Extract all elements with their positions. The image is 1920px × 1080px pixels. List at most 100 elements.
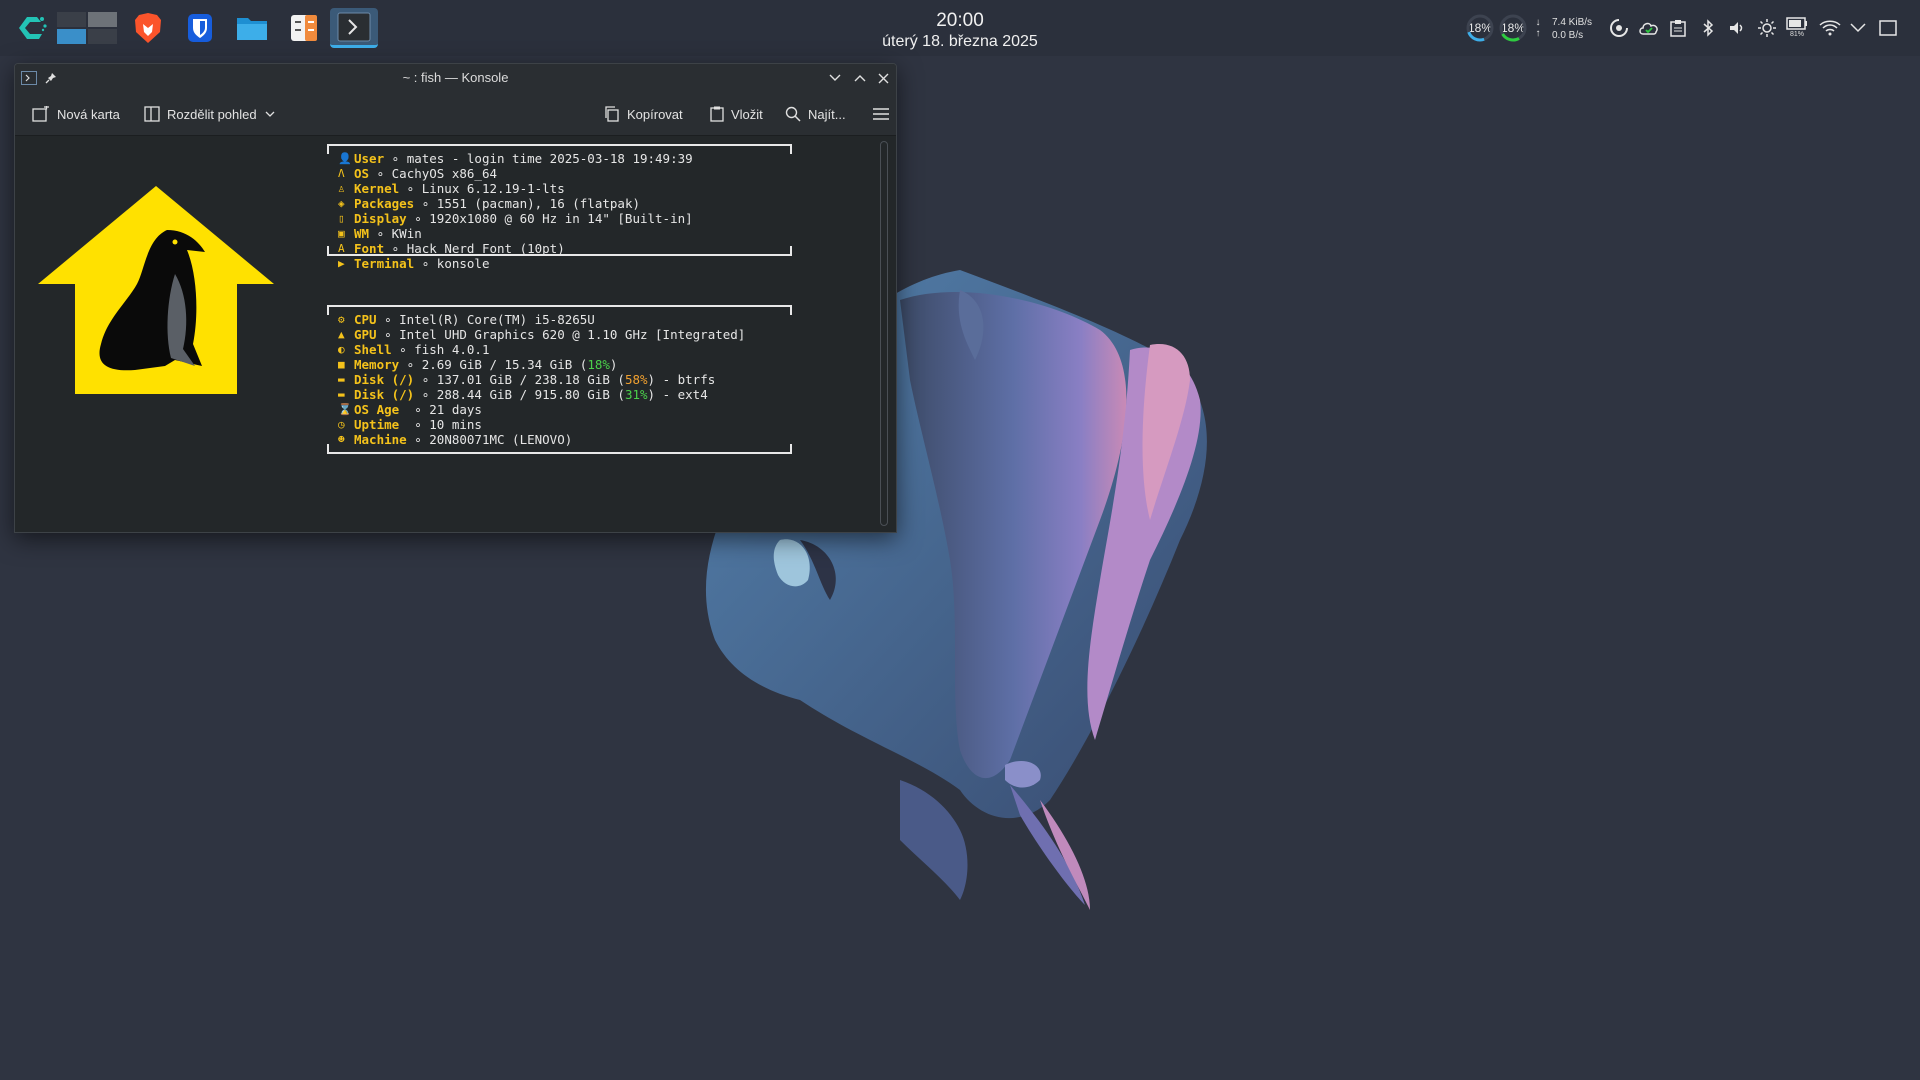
fetch-line-cpu: ⚙ CPU ∘ Intel(R) Core(TM) i5-8265U: [327, 312, 792, 327]
fetch-key: User: [354, 151, 385, 166]
fetch-key: Machine: [354, 432, 407, 447]
wifi-button[interactable]: [1818, 16, 1842, 40]
cachyos-penguin-house-logo: [38, 186, 274, 394]
fetch-line-user: 👤 User ∘ mates - login time 2025-03-18 19…: [327, 151, 792, 166]
upload-arrow-icon: ↑: [1535, 28, 1541, 39]
fetch-value: 2.69 GiB / 15.34 GiB (: [421, 357, 588, 372]
fetch-separator: ∘: [414, 256, 437, 271]
hamburger-menu-button[interactable]: [873, 104, 896, 124]
terminal-small-icon: ▶: [338, 257, 345, 270]
fetch-value: CachyOS x86_64: [391, 166, 497, 181]
file-manager-launcher[interactable]: [232, 8, 272, 48]
arch-icon: Λ: [338, 167, 345, 180]
show-desktop-button[interactable]: [1876, 16, 1900, 40]
fetch-value: 1920x1080 @ 60 Hz in 14" [Built-in]: [429, 211, 693, 226]
konsole-task[interactable]: [330, 8, 378, 48]
app-menu-button[interactable]: [12, 8, 52, 48]
split-view-label: Rozdělit pohled: [167, 106, 257, 122]
bitwarden-launcher[interactable]: [180, 8, 220, 48]
fetch-separator: ∘: [391, 342, 415, 357]
brightness-button[interactable]: [1756, 16, 1778, 40]
fetch-value-suffix: ): [609, 357, 618, 372]
chevron-up-icon: [854, 75, 866, 82]
copy-button[interactable]: Kopírovat: [604, 104, 683, 124]
fetch-line-os: Λ OS ∘ CachyOS x86_64: [327, 166, 792, 181]
fetch-line-kernel: ♙ Kernel ∘ Linux 6.12.19-1-lts: [327, 181, 792, 196]
show-desktop-icon: [1879, 20, 1897, 36]
fetch-key: OS Age: [354, 402, 407, 417]
memory-ring-icon: [1499, 14, 1527, 42]
fetch-key: Kernel: [354, 181, 400, 196]
brave-launcher[interactable]: [128, 8, 168, 48]
power-profile-button[interactable]: [1608, 16, 1630, 40]
new-tab-button[interactable]: Nová karta: [32, 104, 120, 124]
titlebar[interactable]: ~ : fish — Konsole: [15, 64, 896, 92]
cloud-check-icon: [1639, 22, 1658, 35]
memory-monitor[interactable]: 18%: [1496, 14, 1530, 42]
linux-icon: ♙: [338, 182, 345, 195]
fetch-value: 1551 (pacman), 16 (flatpak): [436, 196, 640, 211]
paste-button[interactable]: Vložit: [710, 104, 763, 124]
search-icon: [785, 106, 801, 122]
tray-expand-button[interactable]: [1848, 16, 1868, 40]
network-speed[interactable]: 7.4 KiB/s 0.0 B/s: [1552, 16, 1592, 42]
fetch-separator: ∘: [399, 181, 422, 196]
fetch-value: fish 4.0.1: [414, 342, 490, 357]
fetch-separator: ∘: [376, 327, 400, 342]
clock-time: 20:00: [936, 10, 984, 31]
font-icon: A: [338, 242, 345, 255]
fetch-value: Hack Nerd Font (10pt): [406, 241, 565, 256]
display-icon: ▯: [338, 212, 345, 225]
fetch-line-terminal: ▶ Terminal ∘ konsole: [327, 256, 792, 271]
minimize-button[interactable]: [825, 68, 845, 88]
updates-button[interactable]: [1638, 16, 1660, 40]
clock[interactable]: 20:00 úterý 18. března 2025: [880, 10, 1040, 51]
find-button[interactable]: Najít...: [785, 104, 846, 124]
fetch-value-suffix: ) - ext4: [647, 387, 708, 402]
fetch-box-system: 👤 User ∘ mates - login time 2025-03-18 19…: [327, 144, 792, 271]
konsole-window[interactable]: ~ : fish — Konsole Nová karta Rozdělit p…: [14, 63, 897, 533]
scrollbar[interactable]: [880, 141, 888, 526]
fetch-key: WM: [354, 226, 370, 241]
fetch-line-memory: ■ Memory ∘ 2.69 GiB / 15.34 GiB (18%): [327, 357, 792, 372]
fetch-percent: 58%: [624, 372, 648, 387]
fetch-key: Font: [354, 241, 385, 256]
terminal-view[interactable]: 👤 User ∘ mates - login time 2025-03-18 19…: [15, 137, 896, 532]
clipboard-button[interactable]: [1668, 16, 1688, 40]
split-view-button[interactable]: Rozdělit pohled: [144, 104, 275, 124]
fetch-key: GPU: [354, 327, 377, 342]
fetch-line-gpu: ▲ GPU ∘ Intel UHD Graphics 620 @ 1.10 GHz…: [327, 327, 792, 342]
fetch-value: 10 mins: [429, 417, 482, 432]
fetch-line-font: A Font ∘ Hack Nerd Font (10pt): [327, 241, 792, 256]
cachyos-logo-icon: [19, 17, 47, 39]
disk-icon: ▬: [338, 373, 345, 386]
battery-laptop-icon: [1786, 17, 1807, 30]
maximize-button[interactable]: [850, 68, 870, 88]
cpu-monitor[interactable]: 18%: [1463, 14, 1497, 42]
fetch-value: Intel(R) Core(TM) i5-8265U: [399, 312, 595, 327]
top-panel: 20:00 úterý 18. března 2025 18% 18% ↓ ↑ …: [0, 0, 1920, 56]
bluetooth-button[interactable]: [1698, 16, 1718, 40]
fetch-line-uptime: ◷ Uptime ∘ 10 mins: [327, 417, 792, 432]
virtual-desktop-pager[interactable]: [56, 8, 118, 48]
fetch-separator: ∘: [399, 357, 422, 372]
bluetooth-icon: [1703, 19, 1714, 37]
paste-label: Vložit: [731, 106, 763, 122]
clock-date: úterý 18. března 2025: [882, 33, 1038, 50]
fetch-separator: ∘: [406, 402, 430, 417]
fetch-value: 20N80071MC (LENOVO): [429, 432, 573, 447]
net-up-speed: 0.0 B/s: [1552, 30, 1584, 41]
shell-icon: ◐: [338, 343, 345, 356]
window-icon: ▣: [338, 227, 345, 240]
toolbar: Nová karta Rozdělit pohled Kopírovat Vlo…: [15, 92, 896, 136]
calculator-launcher[interactable]: [284, 8, 324, 48]
uptime-icon: ◷: [338, 418, 345, 431]
fetch-key: Memory: [354, 357, 400, 372]
close-button[interactable]: [873, 68, 893, 88]
gpu-icon: ▲: [338, 328, 345, 341]
fetch-percent: 18%: [587, 357, 610, 372]
battery-button[interactable]: 81%: [1784, 16, 1810, 40]
volume-button[interactable]: [1726, 16, 1748, 40]
fetch-percent: 31%: [624, 387, 648, 402]
user-icon: 👤: [338, 152, 352, 165]
